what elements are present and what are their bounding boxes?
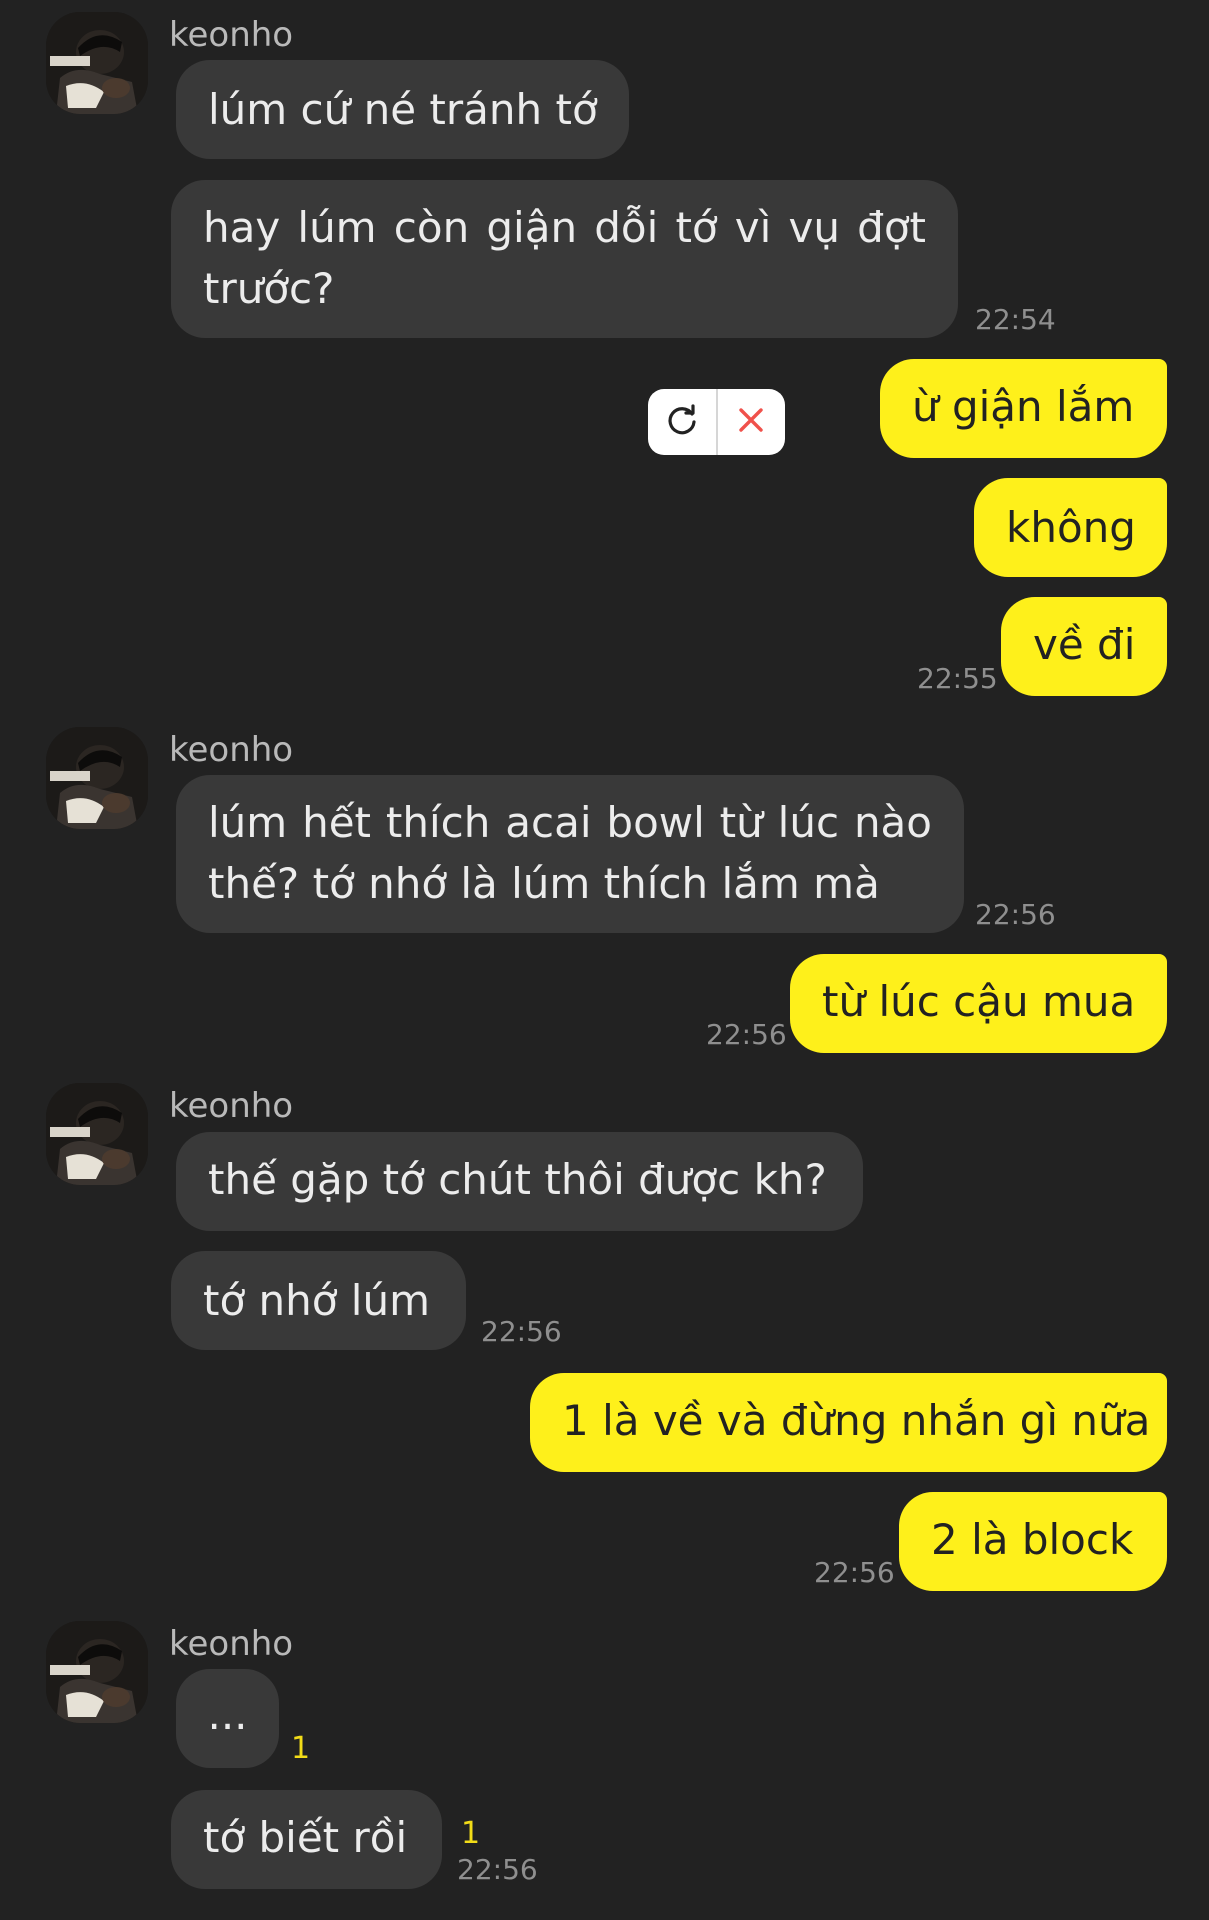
outgoing-message[interactable]: 1 là về và đừng nhắn gì nữa [530, 1373, 1167, 1472]
message-time: 22:54 [975, 303, 1056, 336]
message-time: 22:56 [706, 1018, 787, 1051]
message-text: ... [207, 1690, 248, 1739]
outgoing-message[interactable]: từ lúc cậu mua [790, 954, 1167, 1053]
sender-name: keonho [169, 1624, 294, 1664]
message-text: về đi [1033, 620, 1136, 669]
unread-count: 1 [291, 1731, 311, 1766]
failed-message-actions [648, 389, 785, 455]
message-text: tớ biết rồi [203, 1813, 408, 1862]
message-text: lúm cứ né tránh tớ [208, 85, 598, 134]
message-time: 22:56 [457, 1853, 538, 1886]
sender-name: keonho [169, 730, 294, 770]
outgoing-message[interactable]: 2 là block [899, 1492, 1167, 1591]
message-text: 1 là về và đừng nhắn gì nữa [562, 1396, 1151, 1445]
message-time: 22:56 [975, 898, 1056, 931]
outgoing-message[interactable]: không [974, 478, 1167, 577]
refresh-icon [665, 403, 699, 441]
incoming-message[interactable]: ... [176, 1669, 279, 1768]
message-text: lúm hết thích acai bowl từ lúc nào [208, 798, 932, 847]
chat-room[interactable]: keonho lúm cứ né tránh tớ hay lúm còn gi… [0, 0, 1209, 1920]
outgoing-message[interactable]: về đi [1001, 597, 1167, 696]
unread-count: 1 [461, 1816, 481, 1851]
sender-name: keonho [169, 15, 294, 55]
avatar[interactable] [46, 1621, 148, 1723]
message-text: hay lúm còn giận dỗi tớ vì vụ đợt [203, 203, 926, 252]
sender-name: keonho [169, 1086, 294, 1126]
message-time: 22:56 [814, 1556, 895, 1589]
retry-button[interactable] [648, 389, 716, 455]
message-time: 22:56 [481, 1315, 562, 1348]
message-time: 22:55 [917, 662, 998, 695]
message-text: không [1006, 503, 1136, 552]
incoming-message[interactable]: tớ nhớ lúm [171, 1251, 466, 1350]
message-text: từ lúc cậu mua [822, 977, 1136, 1026]
message-text: trước? [203, 264, 335, 313]
message-text: tớ nhớ lúm [203, 1276, 431, 1325]
outgoing-message[interactable]: ừ giận lắm [880, 359, 1167, 458]
avatar[interactable] [46, 12, 148, 114]
incoming-message[interactable]: hay lúm còn giận dỗi tớ vì vụ đợt trước? [171, 180, 958, 338]
close-icon [736, 405, 766, 439]
delete-button[interactable] [718, 389, 786, 455]
message-text: thế? tớ nhớ là lúm thích lắm mà [208, 859, 880, 908]
incoming-message[interactable]: tớ biết rồi [171, 1790, 442, 1889]
incoming-message[interactable]: thế gặp tớ chút thôi được kh? [176, 1132, 863, 1231]
message-text: 2 là block [931, 1515, 1134, 1564]
incoming-message[interactable]: lúm hết thích acai bowl từ lúc nào thế? … [176, 775, 964, 933]
avatar[interactable] [46, 1083, 148, 1185]
message-text: ừ giận lắm [912, 382, 1135, 431]
message-text: thế gặp tớ chút thôi được kh? [208, 1155, 827, 1204]
incoming-message[interactable]: lúm cứ né tránh tớ [176, 60, 629, 159]
avatar[interactable] [46, 727, 148, 829]
